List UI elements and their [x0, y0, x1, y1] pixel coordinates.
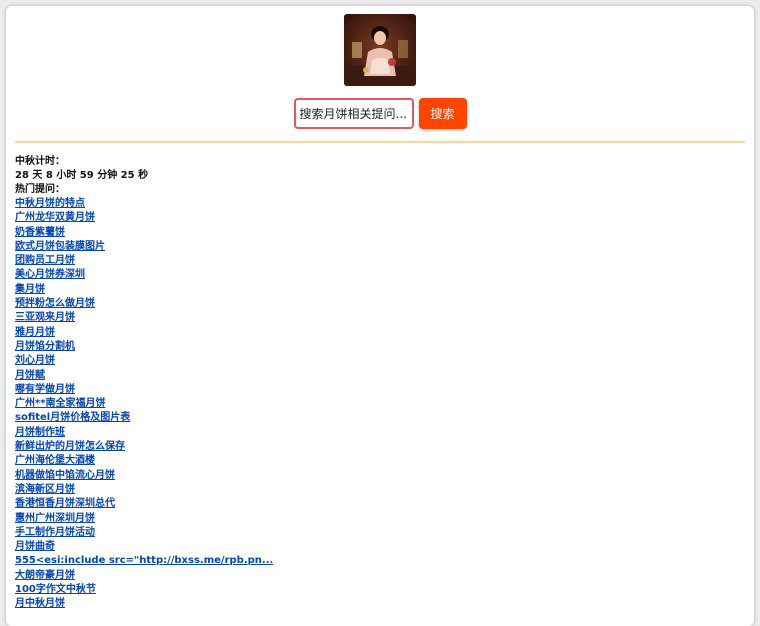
- hot-question-link[interactable]: 雅月月饼: [15, 327, 55, 338]
- list-item: 团购员工月饼: [15, 254, 745, 268]
- list-item: 月饼制作班: [15, 426, 745, 440]
- hot-question-link[interactable]: 广州海伦堡大酒楼: [15, 455, 95, 466]
- hot-question-link[interactable]: 广州龙华双黄月饼: [15, 212, 95, 223]
- list-item: 中秋月饼的特点: [15, 197, 745, 211]
- hot-question-link[interactable]: 团购员工月饼: [15, 255, 75, 266]
- list-item: 广州龙华双黄月饼: [15, 211, 745, 225]
- list-item: 哪有学做月饼: [15, 383, 745, 397]
- countdown-value: 28 天 8 小时 59 分钟 25 秒: [15, 170, 149, 181]
- hot-question-link[interactable]: 预拌粉怎么做月饼: [15, 298, 95, 309]
- hot-question-link[interactable]: 555<esi:include src="http://bxss.me/rpb.…: [15, 555, 273, 566]
- hot-question-link[interactable]: 惠州广州深圳月饼: [15, 513, 95, 524]
- list-item: 滨海新区月饼: [15, 483, 745, 497]
- list-item: 美心月饼券深圳: [15, 268, 745, 282]
- logo-image: [344, 14, 416, 86]
- search-bar: 搜索: [15, 98, 745, 129]
- list-item: sofitel月饼价格及图片表: [15, 411, 745, 425]
- list-item: 手工制作月饼活动: [15, 526, 745, 540]
- content-card: 搜索 中秋计时： 28 天 8 小时 59 分钟 25 秒 热门提问： 中秋月饼…: [6, 6, 754, 626]
- list-item: 香港恒香月饼深圳总代: [15, 497, 745, 511]
- list-item: 刘心月饼: [15, 354, 745, 368]
- hot-questions-list: 中秋月饼的特点 广州龙华双黄月饼 奶香紫薯饼欧式月饼包装膜图片 团购员工月饼 美心月饼券…: [15, 197, 745, 612]
- hot-question-link[interactable]: 月饼制作班: [15, 427, 65, 438]
- list-item: 机器做馅中馅流心月饼: [15, 469, 745, 483]
- list-item: 欧式月饼包装膜图片: [15, 240, 745, 254]
- hot-question-link[interactable]: 月饼曲奇: [15, 541, 55, 552]
- hot-question-link[interactable]: 月饼馅分割机: [15, 341, 75, 352]
- hot-question-link[interactable]: 大朗帝豪月饼: [15, 570, 75, 581]
- hot-question-link[interactable]: 滨海新区月饼: [15, 484, 75, 495]
- search-button[interactable]: 搜索: [418, 98, 467, 129]
- hot-question-link[interactable]: 机器做馅中馅流心月饼: [15, 470, 115, 481]
- hot-question-link[interactable]: 奶香紫薯饼: [15, 227, 65, 238]
- hot-question-link[interactable]: 手工制作月饼活动: [15, 527, 95, 538]
- list-item: 月饼馅分割机: [15, 340, 745, 354]
- list-item: 三亚观来月饼: [15, 311, 745, 325]
- list-item: 雅月月饼: [15, 326, 745, 340]
- list-item: 555<esi:include src="http://bxss.me/rpb.…: [15, 554, 745, 568]
- logo-container: [15, 14, 745, 86]
- hot-question-link[interactable]: 欧式月饼包装膜图片: [15, 241, 105, 252]
- list-item: 奶香紫薯饼: [15, 226, 745, 240]
- list-item: 100字作文中秋节: [15, 583, 745, 597]
- list-item: 集月饼: [15, 283, 745, 297]
- hot-questions-label: 热门提问：: [15, 184, 65, 195]
- list-item: 惠州广州深圳月饼: [15, 512, 745, 526]
- list-item: 月饼赋: [15, 369, 745, 383]
- hot-question-link[interactable]: 月饼赋: [15, 370, 45, 381]
- search-input[interactable]: [293, 98, 414, 129]
- hot-question-link[interactable]: 广州**南全家福月饼: [15, 398, 105, 409]
- list-item: 广州**南全家福月饼: [15, 397, 745, 411]
- hot-question-link[interactable]: 三亚观来月饼: [15, 312, 75, 323]
- list-item: 大朗帝豪月饼: [15, 569, 745, 583]
- hot-question-link[interactable]: 中秋月饼的特点: [15, 198, 85, 209]
- list-item: 预拌粉怎么做月饼: [15, 297, 745, 311]
- hot-question-link[interactable]: 100字作文中秋节: [15, 584, 96, 595]
- hot-question-link[interactable]: 集月饼: [15, 284, 45, 295]
- list-item: 月饼曲奇: [15, 540, 745, 554]
- list-item: 广州海伦堡大酒楼: [15, 454, 745, 468]
- divider: [15, 141, 745, 143]
- hot-question-link[interactable]: sofitel月饼价格及图片表: [15, 412, 130, 423]
- hot-question-link[interactable]: 香港恒香月饼深圳总代: [15, 498, 115, 509]
- list-item: 月中秋月饼: [15, 597, 745, 611]
- hot-question-link[interactable]: 美心月饼券深圳: [15, 269, 85, 280]
- list-item: 新鲜出炉的月饼怎么保存: [15, 440, 745, 454]
- hot-question-link[interactable]: 哪有学做月饼: [15, 384, 75, 395]
- countdown-label: 中秋计时：: [15, 156, 65, 167]
- hot-question-link[interactable]: 刘心月饼: [15, 355, 55, 366]
- hot-question-link[interactable]: 新鲜出炉的月饼怎么保存: [15, 441, 125, 452]
